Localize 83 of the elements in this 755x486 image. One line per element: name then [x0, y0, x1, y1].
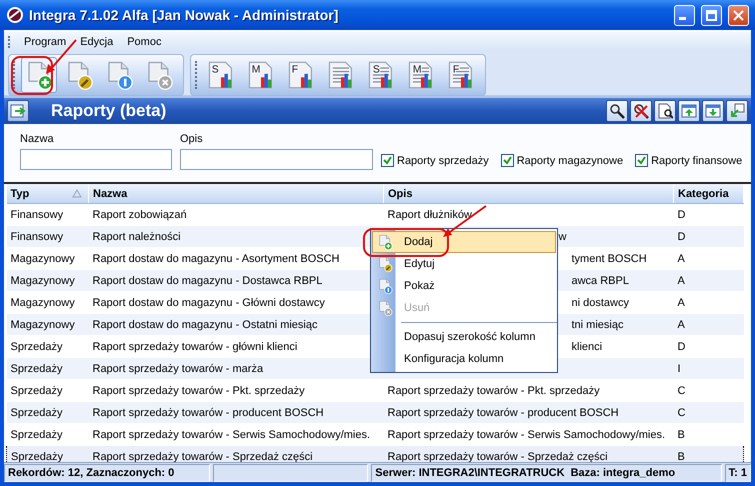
window-title: Integra 7.1.02 Alfa [Jan Nowak - Administrator]: [29, 7, 340, 23]
menu-item-label: Edytuj: [403, 258, 435, 270]
checkbox-label: Raporty finansowe: [651, 154, 742, 166]
table-cell: Raport sprzedaży towarów - producent BOSCH: [388, 406, 619, 418]
field-label: Opis: [180, 133, 204, 145]
table-cell: Raport sprzedaży towarów - Sprzedaż części: [88, 446, 384, 462]
download-icon: [705, 103, 721, 119]
search-button[interactable]: [606, 100, 628, 122]
table-cell: Sprzedaży: [6, 402, 88, 424]
app-logo-icon: [6, 6, 24, 24]
column-header[interactable]: Nazwa: [88, 184, 384, 204]
maximize-icon: [706, 10, 717, 20]
database-name: Baza: integra_demo: [570, 467, 676, 479]
table-cell: tyment BOSCH: [572, 252, 647, 264]
menu-item[interactable]: Edycja: [74, 34, 120, 50]
thread-count: T: 1: [728, 467, 747, 479]
find-document-icon: [657, 103, 673, 119]
table-cell: Sprzedaży: [6, 358, 88, 380]
menu-item-label: Usuń: [403, 302, 430, 314]
sort-icon: [72, 189, 82, 198]
minimize-icon: [679, 17, 686, 20]
table-cell: Magazynowy: [6, 270, 88, 292]
table-cell: Raport należności: [88, 226, 384, 248]
record-count: Rekordów: 12, Zaznaczonych: 0: [8, 467, 174, 479]
show-document-icon: [377, 278, 393, 294]
search-icon: [609, 103, 625, 119]
server-name: Serwer: INTEGRA2\INTEGRATRUCK: [375, 467, 565, 479]
table-cell: I: [674, 358, 744, 380]
table-cell: w: [558, 230, 566, 242]
table-cell: Sprzedaży: [6, 446, 88, 462]
clear-search-icon: [633, 103, 649, 119]
table-cell: Finansowy: [6, 226, 88, 248]
input-field[interactable]: [20, 149, 172, 170]
table-cell: Raport sprzedaży towarów - marża: [88, 358, 384, 380]
restore-button[interactable]: [726, 100, 748, 122]
find-document-button[interactable]: [654, 100, 676, 122]
column-header[interactable]: Kategoria: [674, 184, 744, 204]
checkbox[interactable]: [500, 154, 514, 167]
table-cell: A: [674, 314, 744, 336]
delete-document-icon: [377, 300, 393, 316]
table-cell: tni miesiąc: [572, 318, 624, 330]
menu-item[interactable]: Program: [18, 34, 72, 50]
add-document-icon: [377, 234, 393, 250]
column-header[interactable]: Typ: [6, 184, 88, 204]
table-cell: Raport sprzedaży towarów - Sprzedaż części: [388, 450, 608, 462]
download-button[interactable]: [702, 100, 724, 122]
maximize-button[interactable]: [701, 4, 722, 26]
checkbox[interactable]: [635, 154, 648, 167]
menu-item-label: Dopasuj szerokość kolumn: [403, 331, 536, 343]
restore-icon: [729, 103, 745, 119]
table-cell: awca RBPL: [572, 274, 629, 286]
input-field[interactable]: [180, 149, 373, 170]
table-cell: Raport sprzedaży towarów - producent BOSCH: [88, 402, 384, 424]
menu-item-label: Konfiguracja kolumn: [403, 353, 504, 365]
table-cell: B: [674, 446, 744, 462]
table-cell: Raport dłużników: [388, 208, 472, 220]
edit-document-icon: [377, 256, 393, 272]
menu-item[interactable]: Dodaj: [372, 231, 556, 253]
column-header[interactable]: Opis: [384, 184, 674, 204]
field-label: Nazwa: [20, 133, 55, 145]
table-cell: Raport sprzedaży towarów - Pkt. sprzedaży: [388, 384, 600, 396]
checkbox-label: Raporty sprzedaży: [397, 154, 489, 166]
table-cell: D: [674, 226, 744, 248]
minimize-button[interactable]: [674, 4, 695, 26]
menu-item-label: Dodaj: [403, 236, 433, 248]
upload-icon: [681, 103, 697, 119]
checkbox-label: Raporty magazynowe: [516, 154, 624, 166]
highlight-ring: [11, 56, 53, 95]
close-button[interactable]: [728, 4, 749, 26]
table-cell: Magazynowy: [6, 314, 88, 336]
table-cell: C: [674, 402, 744, 424]
menu-item[interactable]: Pomoc: [121, 34, 168, 50]
table-cell: A: [674, 270, 744, 292]
table-cell: Raport sprzedaży towarów - Serwis Samochodowy/mies.: [388, 428, 666, 440]
menu-item-label: Pokaż: [403, 280, 435, 292]
table-cell: ni dostawcy: [572, 296, 629, 308]
clear-search-button[interactable]: [630, 100, 652, 122]
panel-title: Raporty (beta): [50, 101, 168, 121]
panel-menu-button[interactable]: [7, 100, 29, 122]
close-icon: [733, 10, 744, 20]
table-cell: klienci: [572, 340, 602, 352]
upload-button[interactable]: [678, 100, 700, 122]
checkbox[interactable]: [381, 154, 394, 167]
